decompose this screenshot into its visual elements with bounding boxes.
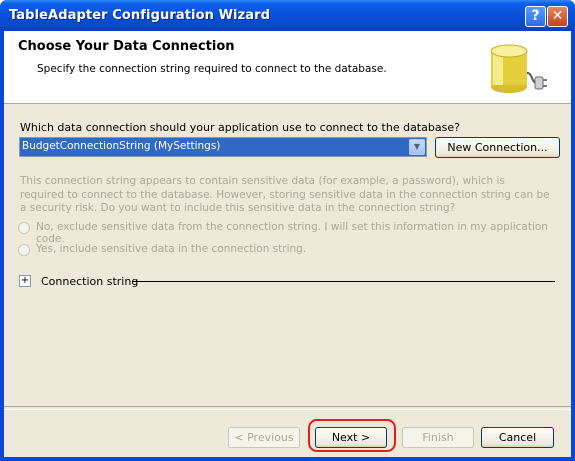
page-subtitle: Specify the connection string required t…: [37, 63, 387, 75]
page-title: Choose Your Data Connection: [18, 39, 235, 54]
connection-question-label: Which data connection should your applic…: [20, 121, 460, 134]
data-connection-dropdown[interactable]: BudgetConnectionString (MySettings) ▼: [19, 137, 427, 157]
connection-string-label[interactable]: Connection string: [41, 275, 138, 288]
include-sensitive-label: Yes, include sensitive data in the conne…: [36, 243, 307, 255]
footer-divider: [4, 406, 571, 410]
selected-connection: BudgetConnectionString (MySettings): [22, 140, 221, 152]
chevron-down-icon[interactable]: ▼: [409, 139, 425, 155]
window-title: TableAdapter Configuration Wizard: [9, 8, 271, 23]
cancel-button[interactable]: Cancel: [481, 427, 554, 448]
database-plug-icon: [490, 44, 547, 93]
close-button[interactable]: ✕: [547, 6, 568, 27]
next-button-highlight: [308, 419, 396, 452]
previous-button[interactable]: < Previous: [228, 427, 300, 448]
sensitive-data-notice: This connection string appears to contai…: [20, 175, 550, 214]
new-connection-button[interactable]: New Connection...: [435, 137, 560, 158]
dialog-client-area: Choose Your Data Connection Specify the …: [4, 31, 571, 457]
exclude-sensitive-label: No, exclude sensitive data from the conn…: [36, 221, 548, 245]
wizard-header: Choose Your Data Connection Specify the …: [4, 31, 571, 104]
exclude-sensitive-radio[interactable]: [18, 222, 30, 234]
divider: [133, 281, 555, 282]
help-button[interactable]: ?: [525, 6, 546, 27]
title-bar[interactable]: TableAdapter Configuration Wizard ? ✕: [0, 0, 575, 31]
expand-plus-icon[interactable]: +: [19, 275, 31, 287]
wizard-window: TableAdapter Configuration Wizard ? ✕ Ch…: [0, 0, 575, 461]
include-sensitive-radio[interactable]: [18, 244, 30, 256]
finish-button[interactable]: Finish: [402, 427, 474, 448]
